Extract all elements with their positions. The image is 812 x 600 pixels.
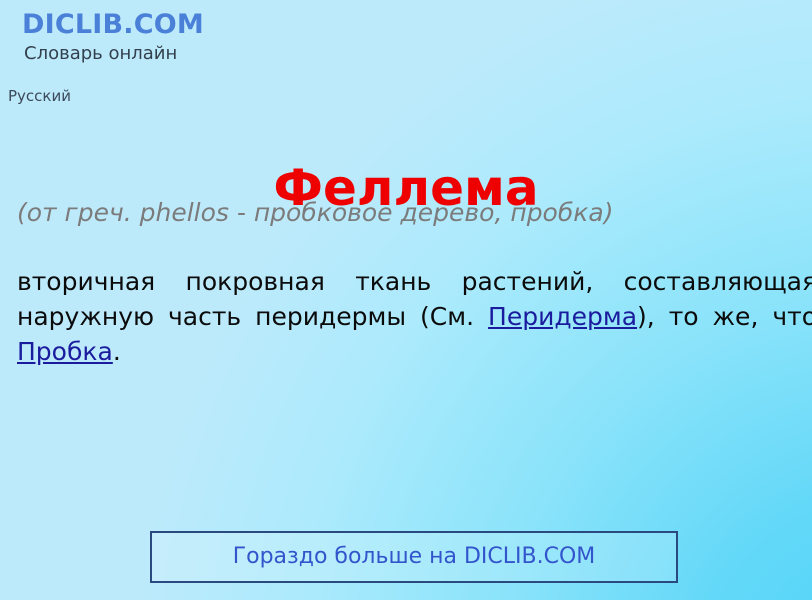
more-on-diclib-button-label: Гораздо больше на DICLIB.COM [232,544,596,569]
entry-definition: вторичная покровная ткань растений, сост… [17,264,812,369]
language-label[interactable]: Русский [8,89,71,104]
cross-reference-link-probka[interactable]: Пробка [17,337,113,366]
definition-text-segment-3: . [112,337,121,366]
definition-text-segment-2: ), то же, что [637,302,812,331]
cross-reference-link-periderma[interactable]: Перидерма [488,302,637,331]
more-on-diclib-button[interactable]: Гораздо больше на DICLIB.COM [150,531,678,583]
site-logo[interactable]: DICLIB.COM [22,11,204,38]
entry-etymology: (от греч. phellos - пробковое дерево, пр… [17,198,614,227]
page-root: DICLIB.COM Словарь онлайн Русский Феллем… [0,0,812,600]
site-tagline: Словарь онлайн [24,43,178,64]
